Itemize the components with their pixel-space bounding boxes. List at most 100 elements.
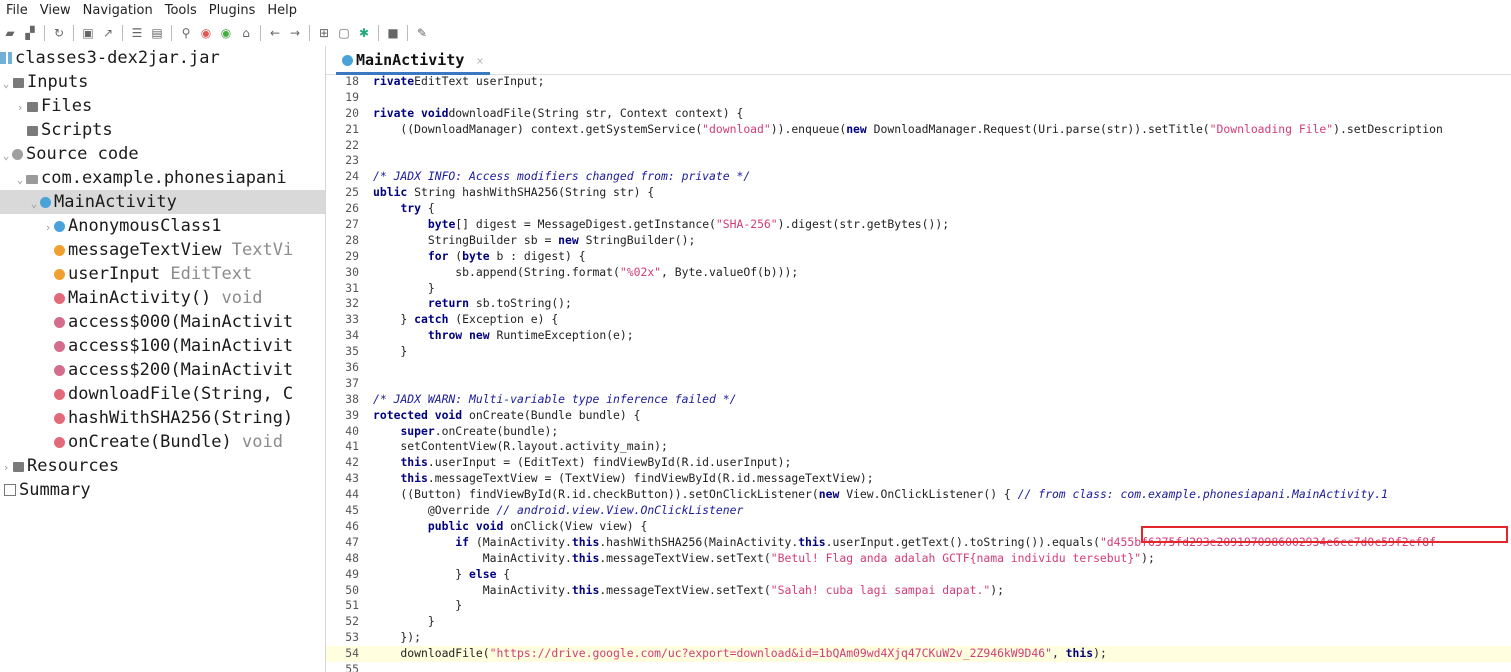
tree-source-code[interactable]: ⌄ Source code [0, 142, 325, 166]
add-files-icon[interactable]: ▞ [21, 24, 39, 42]
code-line[interactable]: 33 } catch (Exception e) { [326, 312, 1511, 328]
tree-member[interactable]: hashWithSHA256(String) [0, 406, 325, 430]
open-file-icon[interactable]: ▰ [1, 24, 19, 42]
code-line[interactable]: 34 throw new RuntimeException(e); [326, 328, 1511, 344]
flatten-packages-icon[interactable]: ▤ [148, 24, 166, 42]
preferences-icon[interactable]: ✎ [413, 24, 431, 42]
code-line[interactable]: 37 [326, 376, 1511, 392]
menu-tools[interactable]: Tools [159, 3, 203, 18]
field-icon [54, 245, 65, 256]
reload-icon[interactable]: ↻ [50, 24, 68, 42]
code-line[interactable]: 20 rivate voiddownloadFile(String str, Co… [326, 106, 1511, 122]
tree-summary[interactable]: Summary [0, 478, 325, 502]
line-number: 52 [345, 614, 359, 629]
code-token: this [798, 534, 826, 549]
code-line[interactable]: 35 } [326, 344, 1511, 360]
decompile-all-icon[interactable]: ✱ [355, 24, 373, 42]
deobfuscation-icon[interactable]: ⊞ [315, 24, 333, 42]
code-text: }); [373, 630, 1511, 646]
tree-member[interactable]: messageTextView TextVi [0, 238, 325, 262]
menu-navigation[interactable]: Navigation [77, 3, 159, 18]
code-token: (MainActivity. [469, 534, 572, 549]
chevron-right-icon[interactable]: › [14, 96, 26, 120]
chevron-right-icon[interactable]: › [0, 456, 12, 480]
export-icon[interactable]: ↗ [99, 24, 117, 42]
tree-class-mainactivity[interactable]: ⌄ MainActivity [0, 190, 325, 214]
code-line[interactable]: 23 [326, 153, 1511, 169]
back-icon[interactable]: ← [266, 24, 284, 42]
code-line[interactable]: 38 /* JADX WARN: Multi-variable type infe… [326, 392, 1511, 408]
gutter [365, 138, 373, 154]
tree-member[interactable]: userInput EditText [0, 262, 325, 286]
find-class-icon[interactable]: ◉ [197, 24, 215, 42]
tree-member[interactable]: access$100(MainActivit [0, 334, 325, 358]
home-icon[interactable]: ⌂ [237, 24, 255, 42]
code-line[interactable]: 49 } else { [326, 567, 1511, 583]
code-editor[interactable]: 18 rivateEditText userInput; 19 20 rivate vo… [326, 74, 1511, 672]
editor-tab-bar: MainActivity × [326, 46, 1511, 75]
tree-scripts[interactable]: Scripts [0, 118, 325, 142]
menu-help[interactable]: Help [261, 3, 303, 18]
code-token: } [373, 566, 470, 581]
code-line[interactable]: 18 rivateEditText userInput; [326, 74, 1511, 90]
tree-member[interactable]: access$000(MainActivit [0, 310, 325, 334]
code-line[interactable]: 32 return sb.toString(); [326, 296, 1511, 312]
tree-files[interactable]: › Files [0, 94, 325, 118]
code-line[interactable]: 26 try { [326, 201, 1511, 217]
code-line[interactable]: 42 this.userInput = (EditText) findViewB… [326, 455, 1511, 471]
code-line[interactable]: 25 ublic String hashWithSHA256(String str… [326, 185, 1511, 201]
quark-icon[interactable]: ■ [384, 24, 402, 42]
menu-view[interactable]: View [34, 3, 77, 18]
code-line[interactable]: 36 [326, 360, 1511, 376]
code-token: this [1065, 646, 1094, 661]
tree-member[interactable]: › AnonymousClass1 [0, 214, 325, 238]
code-line[interactable]: 28 StringBuilder sb = new StringBuilder(… [326, 233, 1511, 249]
code-line[interactable]: 24 /* JADX INFO: Access modifiers changed… [326, 169, 1511, 185]
tree-root[interactable]: classes3-dex2jar.jar [0, 46, 325, 70]
chevron-down-icon[interactable]: ⌄ [14, 168, 26, 192]
code-line[interactable]: 19 [326, 90, 1511, 106]
code-line[interactable]: 43 this.messageTextView = (TextView) fin… [326, 471, 1511, 487]
tree-member[interactable]: onCreate(Bundle) void [0, 430, 325, 454]
tree-member[interactable]: downloadFile(String, C [0, 382, 325, 406]
menu-file[interactable]: File [0, 3, 34, 18]
find-usage-icon[interactable]: ◉ [217, 24, 235, 42]
tree-member[interactable]: MainActivity() void [0, 286, 325, 310]
chevron-down-icon[interactable]: ⌄ [28, 192, 40, 216]
code-line[interactable]: 29 for (byte b : digest) { [326, 249, 1511, 265]
code-line[interactable]: 55 [326, 662, 1511, 672]
code-line[interactable]: 54 downloadFile("https://drive.google.co… [326, 646, 1511, 662]
code-token: ); [1093, 646, 1107, 661]
code-line[interactable]: 52 } [326, 614, 1511, 630]
code-line[interactable]: 27 byte[] digest = MessageDigest.getInst… [326, 217, 1511, 233]
chevron-down-icon[interactable]: ⌄ [0, 72, 12, 96]
code-line[interactable]: 31 } [326, 281, 1511, 297]
chevron-right-icon[interactable]: › [42, 216, 54, 240]
log-viewer-icon[interactable]: ▢ [335, 24, 353, 42]
code-line[interactable]: 40 super.onCreate(bundle); [326, 424, 1511, 440]
gutter [365, 455, 373, 471]
code-line[interactable]: 50 MainActivity.this.messageTextView.set… [326, 583, 1511, 599]
code-line[interactable]: 21 ((DownloadManager) context.getSystemS… [326, 122, 1511, 138]
forward-icon[interactable]: → [286, 24, 304, 42]
code-line[interactable]: 51 } [326, 598, 1511, 614]
save-icon[interactable]: ▣ [79, 24, 97, 42]
close-icon[interactable]: × [476, 54, 483, 68]
tree-resources[interactable]: › Resources [0, 454, 325, 478]
sync-tree-icon[interactable]: ☰ [128, 24, 146, 42]
code-line[interactable]: 30 sb.append(String.format("%02x", Byte.… [326, 265, 1511, 281]
tree-member[interactable]: access$200(MainActivit [0, 358, 325, 382]
code-line[interactable]: 48 MainActivity.this.messageTextView.set… [326, 551, 1511, 567]
code-line[interactable]: 22 [326, 138, 1511, 154]
chevron-down-icon[interactable]: ⌄ [0, 144, 12, 168]
menu-plugins[interactable]: Plugins [203, 3, 262, 18]
code-line[interactable]: 53 }); [326, 630, 1511, 646]
tree-inputs[interactable]: ⌄ Inputs [0, 70, 325, 94]
code-line[interactable]: 39 rotected void onCreate(Bundle bundle) … [326, 408, 1511, 424]
code-line[interactable]: 44 ((Button) findViewById(R.id.checkButt… [326, 487, 1511, 503]
tab-mainactivity[interactable]: MainActivity × [336, 48, 490, 75]
code-line[interactable]: 45 @Override // android.view.View.OnClic… [326, 503, 1511, 519]
tree-package[interactable]: ⌄ com.example.phonesiapani [0, 166, 325, 190]
code-line[interactable]: 41 setContentView(R.layout.activity_main… [326, 439, 1511, 455]
search-icon[interactable]: ⚲ [177, 24, 195, 42]
